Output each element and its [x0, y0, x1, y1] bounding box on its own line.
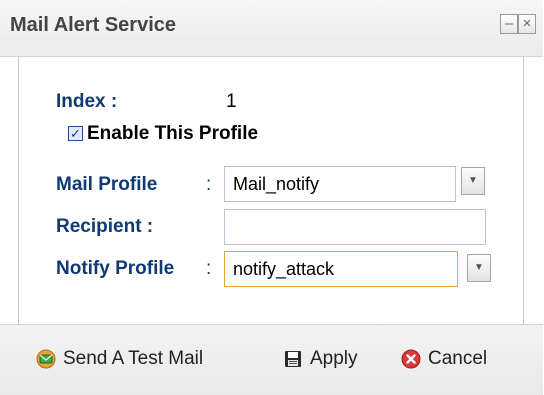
dialog-title: Mail Alert Service	[10, 14, 177, 36]
enable-profile-label[interactable]: Enable This Profile	[87, 123, 258, 145]
recipient-label: Recipient :	[56, 216, 154, 237]
send-test-mail-label: Send A Test Mail	[63, 348, 204, 369]
send-test-mail-button[interactable]: Send A Test Mail	[36, 345, 203, 373]
recipient-input[interactable]	[224, 209, 486, 245]
mail-send-icon	[36, 349, 56, 369]
dialog-footer: Send A Test Mail Apply Cancel	[0, 324, 543, 395]
minimize-button[interactable]: –	[500, 14, 518, 34]
cancel-circle-icon	[401, 349, 421, 369]
notify-profile-dropdown-button[interactable]: ▼	[467, 254, 491, 282]
enable-profile-checkbox[interactable]: ✓	[68, 126, 83, 141]
cancel-label: Cancel	[428, 348, 488, 369]
mail-profile-dropdown-button[interactable]: ▼	[461, 167, 485, 195]
chevron-down-icon: ▼	[474, 262, 484, 273]
apply-button[interactable]: Apply	[283, 345, 358, 373]
cancel-button[interactable]: Cancel	[401, 345, 487, 373]
mail-profile-label: Mail Profile	[56, 174, 158, 195]
title-bar[interactable]: Mail Alert Service – ×	[0, 0, 543, 57]
mail-alert-dialog: Mail Alert Service – × Index : 1 ✓ Enabl…	[0, 0, 543, 395]
notify-profile-separator: :	[206, 258, 212, 279]
chevron-down-icon: ▼	[468, 175, 478, 186]
mail-profile-select[interactable]: Mail_notify	[224, 166, 456, 202]
notify-profile-label: Notify Profile	[56, 258, 175, 279]
close-button[interactable]: ×	[518, 14, 536, 34]
notify-profile-select[interactable]: notify_attack	[224, 251, 458, 287]
mail-profile-separator: :	[206, 174, 212, 195]
index-value: 1	[226, 91, 237, 112]
index-label: Index :	[56, 91, 118, 112]
floppy-disk-icon	[285, 351, 301, 367]
apply-label: Apply	[310, 348, 358, 369]
